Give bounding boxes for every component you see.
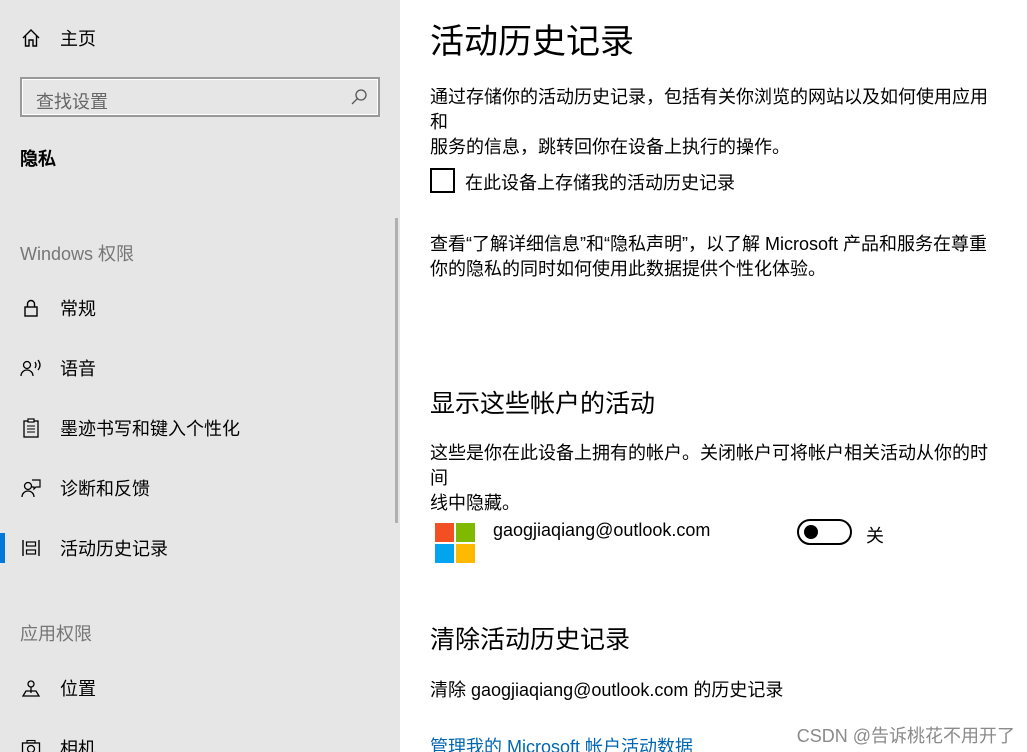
location-icon <box>20 677 42 699</box>
accounts-line-1: 这些是你在此设备上拥有的帐户。关闭帐户可将帐户相关活动从你的时间 <box>430 443 988 488</box>
timeline-icon <box>20 537 42 559</box>
privacy-line-2: 你的隐私的同时如何使用此数据提供个性化体验。 <box>430 259 826 279</box>
search-input[interactable]: 查找设置 <box>20 77 380 117</box>
clear-text: 清除 gaogjiaqiang@outlook.com 的历史记录 <box>430 680 784 700</box>
accounts-text: 这些是你在此设备上拥有的帐户。关闭帐户可将帐户相关活动从你的时间 线中隐藏。 <box>430 441 1000 516</box>
clear-heading: 清除活动历史记录 <box>430 626 631 654</box>
sidebar-item-camera[interactable]: 相机 <box>0 726 400 752</box>
sidebar-item-home[interactable]: 主页 <box>0 16 400 60</box>
main-content: 活动历史记录 通过存储你的活动历史记录，包括有关你浏览的网站以及如何使用应用和 … <box>400 0 1027 752</box>
watermark: CSDN @告诉桃花不用开了 <box>796 726 1015 746</box>
feedback-icon <box>20 477 42 499</box>
sidebar-item-label: 位置 <box>60 679 96 699</box>
toggle-knob <box>804 525 818 539</box>
selected-indicator <box>0 533 5 563</box>
intro-text: 通过存储你的活动历史记录，包括有关你浏览的网站以及如何使用应用和 服务的信息，跳… <box>430 85 1000 160</box>
sidebar-item-activity-history[interactable]: 活动历史记录 <box>0 526 400 570</box>
sidebar-item-label: 相机 <box>60 739 96 752</box>
camera-icon <box>20 737 42 752</box>
account-activity-toggle[interactable] <box>797 519 852 545</box>
toggle-state-label: 关 <box>866 526 884 546</box>
section-title: 隐私 <box>20 149 56 169</box>
sidebar-item-label: 墨迹书写和键入个性化 <box>60 419 240 439</box>
accounts-line-2: 线中隐藏。 <box>430 493 520 513</box>
home-icon <box>20 27 42 49</box>
lock-icon <box>20 297 42 319</box>
group-title-app: 应用权限 <box>20 624 92 644</box>
group-title-windows: Windows 权限 <box>20 244 135 264</box>
sidebar-item-label: 常规 <box>60 299 96 319</box>
search-placeholder: 查找设置 <box>36 92 108 112</box>
sidebar-item-label: 语音 <box>60 359 96 379</box>
page-title: 活动历史记录 <box>430 23 634 61</box>
intro-line-2: 服务的信息，跳转回你在设备上执行的操作。 <box>430 137 790 157</box>
accounts-heading: 显示这些帐户的活动 <box>430 390 656 418</box>
store-activity-checkbox[interactable] <box>430 168 455 193</box>
sidebar-item-label: 诊断和反馈 <box>60 479 150 499</box>
clipboard-icon <box>20 417 42 439</box>
account-email: gaogjiaqiang@outlook.com <box>493 520 711 540</box>
sidebar-item-location[interactable]: 位置 <box>0 666 400 710</box>
sidebar: 主页 查找设置 隐私 Windows 权限 常规 语音 墨迹书写和键入个性化 诊… <box>0 0 400 752</box>
search-icon[interactable] <box>350 88 368 111</box>
intro-line-1: 通过存储你的活动历史记录，包括有关你浏览的网站以及如何使用应用和 <box>430 87 988 132</box>
privacy-text: 查看“了解详细信息”和“隐私声明”，以了解 Microsoft 产品和服务在尊重… <box>430 232 1000 282</box>
manage-activity-link[interactable]: 管理我的 Microsoft 帐户活动数据 <box>430 733 693 752</box>
sidebar-item-inking[interactable]: 墨迹书写和键入个性化 <box>0 406 400 450</box>
sidebar-item-general[interactable]: 常规 <box>0 286 400 330</box>
sidebar-item-speech[interactable]: 语音 <box>0 346 400 390</box>
privacy-line-1: 查看“了解详细信息”和“隐私声明”，以了解 Microsoft 产品和服务在尊重 <box>430 234 987 254</box>
sidebar-item-label: 主页 <box>60 29 96 49</box>
speech-icon <box>20 357 42 379</box>
sidebar-item-label: 活动历史记录 <box>60 539 168 559</box>
microsoft-logo-icon <box>435 523 475 563</box>
sidebar-item-diagnostics[interactable]: 诊断和反馈 <box>0 466 400 510</box>
store-activity-label[interactable]: 在此设备上存储我的活动历史记录 <box>465 169 735 195</box>
